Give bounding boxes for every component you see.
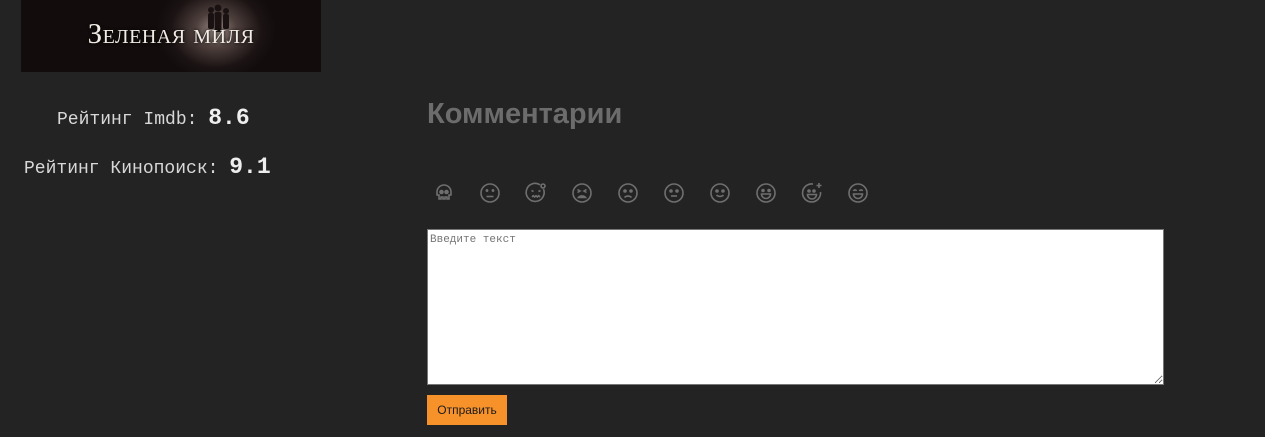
rating-imdb-label: Рейтинг Imdb: — [57, 110, 198, 130]
rating-kinopoisk-value: 9.1 — [229, 154, 271, 180]
confounded-face-icon[interactable] — [524, 180, 570, 206]
rating-kinopoisk-label: Рейтинг Кинопоиск: — [24, 159, 219, 179]
comment-input[interactable] — [427, 229, 1164, 385]
dizzy-face-icon[interactable] — [478, 180, 524, 206]
emoji-rating-row — [432, 180, 892, 206]
tired-face-icon[interactable] — [570, 180, 616, 206]
slightly-smiling-face-icon[interactable] — [708, 180, 754, 206]
submit-button[interactable]: Отправить — [427, 395, 507, 425]
movie-poster: Зеленая миля — [21, 0, 321, 72]
frowning-face-icon[interactable] — [616, 180, 662, 206]
rating-imdb-value: 8.6 — [208, 105, 250, 131]
skull-icon[interactable] — [432, 180, 478, 206]
star-struck-face-icon[interactable] — [800, 180, 846, 206]
beaming-face-icon[interactable] — [846, 180, 892, 206]
neutral-face-icon[interactable] — [662, 180, 708, 206]
comments-title: Комментарии — [427, 98, 623, 130]
poster-title: Зеленая миля — [87, 18, 255, 50]
rating-kinopoisk: Рейтинг Кинопоиск: 9.1 — [24, 154, 271, 180]
grinning-face-icon[interactable] — [754, 180, 800, 206]
rating-imdb: Рейтинг Imdb: 8.6 — [57, 105, 250, 131]
